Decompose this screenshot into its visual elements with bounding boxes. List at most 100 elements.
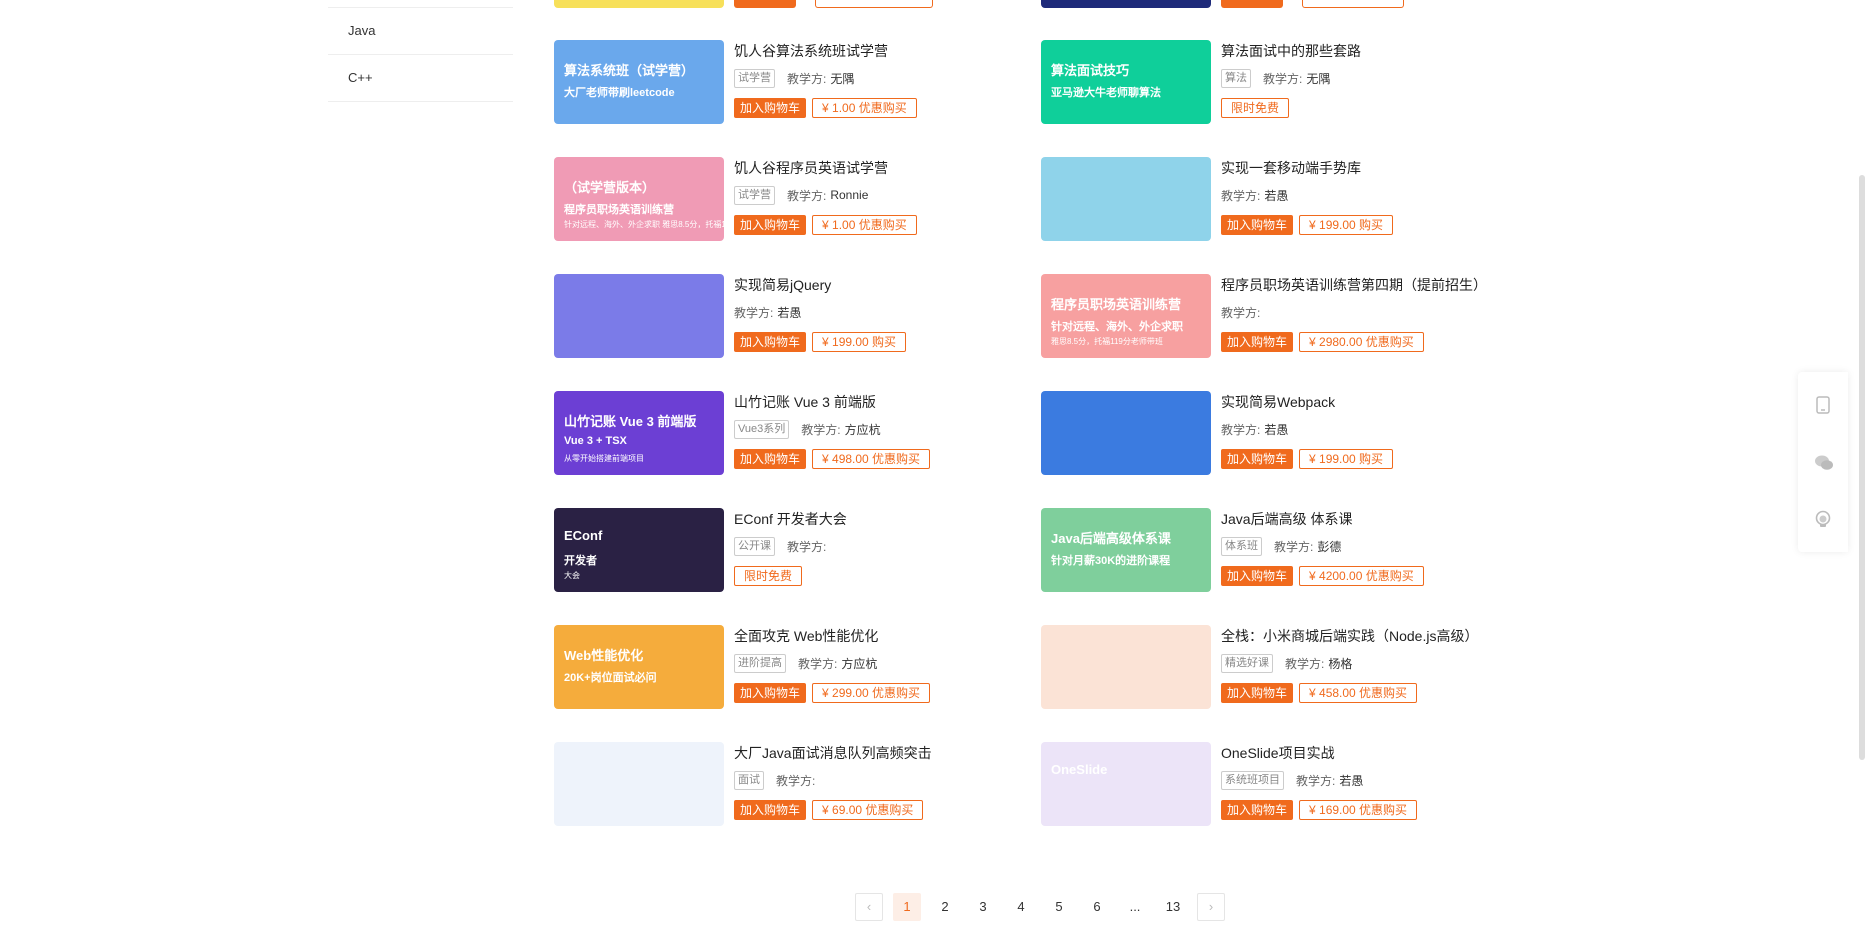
course-info: 程序员职场英语训练营第四期（提前招生） 教学方: 加入购物车 ¥ 2980.00 优惠… (1221, 274, 1511, 353)
course-thumbnail[interactable] (554, 274, 724, 358)
course-card[interactable]: 大厂Java面试消息队列高频突击 面试 教学方: 加入购物车 ¥ 69.00 优惠购买 (554, 742, 1024, 828)
course-actions: 加入购物车 ¥ 199.00 购买 (1221, 448, 1511, 470)
add-to-cart-button[interactable]: 加入购物车 (734, 215, 807, 235)
course-title[interactable]: OneSlide项目实战 (1221, 743, 1511, 763)
course-card[interactable]: Web性能优化 20K+岗位面试必问 全面攻克 Web性能优化 进阶提高 教学方: 方应杭… (554, 625, 1024, 711)
next-page-button[interactable]: › (1197, 893, 1225, 921)
course-card[interactable]: 实现简易jQuery 教学方: 若愚 加入购物车 ¥ 199.00 购买 (554, 274, 1024, 360)
buy-button[interactable]: ¥ 199.00 购买 (1299, 215, 1394, 235)
page-button-4[interactable]: 4 (1007, 893, 1035, 921)
teacher-label: 教学方: (1221, 305, 1261, 320)
teacher-name: 若愚 (1339, 773, 1364, 788)
add-to-cart-button[interactable]: 加入购物车 (734, 98, 807, 118)
course-title[interactable]: Java后端高级 体系课 (1221, 509, 1511, 529)
course-thumbnail[interactable]: 算法面试技巧 亚马逊大牛老师聊算法 (1041, 40, 1211, 124)
buy-button[interactable]: ¥ 4200.00 优惠购买 (1299, 566, 1424, 586)
course-tag: 体系班 (1221, 536, 1262, 556)
course-thumbnail[interactable]: Web性能优化 20K+岗位面试必问 (554, 625, 724, 709)
prev-page-button[interactable]: ‹ (855, 893, 883, 921)
course-info: 全栈：小米商城后端实践（Node.js高级） 精选好课 教学方: 杨格 加入购物车 ¥ 4… (1221, 625, 1511, 704)
course-title[interactable]: 饥人谷程序员英语试学营 (734, 158, 1024, 178)
scrollbar[interactable] (1859, 175, 1865, 760)
teacher-label: 教学方: (787, 188, 827, 203)
course-thumbnail[interactable]: Java后端高级体系课 针对月薪30K的进阶课程 (1041, 508, 1211, 592)
thumbnail-text: 针对月薪30K的进阶课程 (1051, 555, 1171, 567)
course-actions: 限时免费 (734, 565, 1024, 587)
course-card[interactable]: OneSlide OneSlide项目实战 系统班项目 教学方: 若愚 加入购物车 ¥ 16… (1041, 742, 1511, 828)
course-thumbnail[interactable] (554, 742, 724, 826)
course-title[interactable]: 程序员职场英语训练营第四期（提前招生） (1221, 275, 1511, 295)
page-button-2[interactable]: 2 (931, 893, 959, 921)
course-card[interactable]: Java后端高级体系课 针对月薪30K的进阶课程 Java后端高级 体系课 体系班 教学… (1041, 508, 1511, 594)
add-to-cart-button[interactable]: 加入购物车 (1221, 332, 1294, 352)
buy-button[interactable]: ¥ 199.00 购买 (1299, 449, 1394, 469)
course-title[interactable]: 全栈：小米商城后端实践（Node.js高级） (1221, 626, 1511, 646)
course-title[interactable]: 实现简易Webpack (1221, 392, 1511, 412)
sidebar-item-cpp[interactable]: C++ (328, 55, 513, 102)
course-info: 饥人谷程序员英语试学营 试学营 教学方: Ronnie 加入购物车 ¥ 1.00 优惠购买 (734, 157, 1024, 236)
sidebar-item-java[interactable]: Java (328, 7, 513, 55)
course-thumbnail[interactable] (1041, 391, 1211, 475)
course-thumbnail[interactable] (1041, 157, 1211, 241)
course-title[interactable]: 实现简易jQuery (734, 275, 1024, 295)
buy-button[interactable]: ¥ 498.00 优惠购买 (812, 449, 931, 469)
course-card[interactable]: 实现简易Webpack 教学方: 若愚 加入购物车 ¥ 199.00 购买 (1041, 391, 1511, 477)
course-card[interactable]: 算法面试技巧 亚马逊大牛老师聊算法 算法面试中的那些套路 算法 教学方: 无隅 限时免费 (1041, 40, 1511, 126)
course-thumbnail[interactable]: 山竹记账 Vue 3 前端版 Vue 3 + TSX 从零开始搭建前端项目 (554, 391, 724, 475)
course-thumbnail[interactable]: （试学营版本） 程序员职场英语训练营 针对远程、海外、外企求职 雅思8.5分，托福1… (554, 157, 724, 241)
phone-icon[interactable] (1814, 396, 1832, 414)
service-icon[interactable] (1814, 510, 1832, 528)
add-to-cart-button[interactable]: 加入购物车 (1221, 215, 1294, 235)
course-card[interactable]: 程序员职场英语训练营 针对远程、海外、外企求职 雅思8.5分，托福119分老师带班程… (1041, 274, 1511, 360)
buy-button[interactable]: ¥ 199.00 购买 (812, 332, 907, 352)
course-title[interactable]: 大厂Java面试消息队列高频突击 (734, 743, 1024, 763)
page-button-5[interactable]: 5 (1045, 893, 1073, 921)
course-thumbnail[interactable]: OneSlide (1041, 742, 1211, 826)
add-to-cart-button[interactable]: 加入购物车 (1221, 449, 1294, 469)
course-thumbnail[interactable]: EConf 开发者 大会 (554, 508, 724, 592)
course-card[interactable]: （试学营版本） 程序员职场英语训练营 针对远程、海外、外企求职 雅思8.5分，托福1… (554, 157, 1024, 243)
course-meta: Vue3系列 教学方: 方应杭 (734, 419, 1024, 439)
course-meta: 公开课 教学方: (734, 536, 1024, 556)
buy-button[interactable]: ¥ 1.00 优惠购买 (812, 215, 917, 235)
add-to-cart-button[interactable]: 加入购物车 (734, 332, 807, 352)
buy-button[interactable]: ¥ 169.00 优惠购买 (1299, 800, 1418, 820)
course-thumbnail[interactable]: 程序员职场英语训练营 针对远程、海外、外企求职 雅思8.5分，托福119分老师带班 (1041, 274, 1211, 358)
add-to-cart-button[interactable]: 加入购物车 (734, 449, 807, 469)
course-card[interactable]: 全栈：小米商城后端实践（Node.js高级） 精选好课 教学方: 杨格 加入购物车 ¥ 4… (1041, 625, 1511, 711)
course-card[interactable]: EConf 开发者 大会 EConf 开发者大会 公开课 教学方: 限时免费 (554, 508, 1024, 594)
wechat-icon[interactable] (1814, 454, 1833, 472)
course-card[interactable]: 实现一套移动端手势库 教学方: 若愚 加入购物车 ¥ 199.00 购买 (1041, 157, 1511, 243)
course-title[interactable]: EConf 开发者大会 (734, 509, 1024, 529)
page-button-6[interactable]: 6 (1083, 893, 1111, 921)
course-info: 实现简易Webpack 教学方: 若愚 加入购物车 ¥ 199.00 购买 (1221, 391, 1511, 470)
add-to-cart-button[interactable]: 加入购物车 (1221, 800, 1294, 820)
free-badge[interactable]: 限时免费 (734, 566, 803, 586)
buy-button[interactable]: ¥ 458.00 优惠购买 (1299, 683, 1418, 703)
add-to-cart-button[interactable]: 加入购物车 (1221, 683, 1294, 703)
add-to-cart-button[interactable]: 加入购物车 (1221, 566, 1294, 586)
course-title[interactable]: 饥人谷算法系统班试学营 (734, 41, 1024, 61)
course-card[interactable]: 山竹记账 Vue 3 前端版 Vue 3 + TSX 从零开始搭建前端项目 山竹记账 … (554, 391, 1024, 477)
course-info: EConf 开发者大会 公开课 教学方: 限时免费 (734, 508, 1024, 587)
buy-button[interactable]: ¥ 69.00 优惠购买 (812, 800, 924, 820)
thumbnail-text: 20K+岗位面试必问 (564, 672, 657, 684)
course-thumbnail[interactable]: 算法系统班（试学营） 大厂老师带刷leetcode (554, 40, 724, 124)
course-thumbnail[interactable] (1041, 625, 1211, 709)
buy-button[interactable]: ¥ 1.00 优惠购买 (812, 98, 917, 118)
add-to-cart-button[interactable]: 加入购物车 (734, 800, 807, 820)
add-to-cart-button[interactable]: 加入购物车 (734, 683, 807, 703)
page-button-13[interactable]: 13 (1159, 893, 1187, 921)
course-card[interactable]: 算法系统班（试学营） 大厂老师带刷leetcode 饥人谷算法系统班试学营 试学营 教学… (554, 40, 1024, 126)
page-button-1[interactable]: 1 (893, 893, 921, 921)
page-button-3[interactable]: 3 (969, 893, 997, 921)
course-title[interactable]: 算法面试中的那些套路 (1221, 41, 1511, 61)
course-title[interactable]: 实现一套移动端手势库 (1221, 158, 1511, 178)
course-actions: 加入购物车 ¥ 199.00 购买 (734, 331, 1024, 353)
teacher-label: 教学方: (776, 773, 816, 788)
course-title[interactable]: 全面攻克 Web性能优化 (734, 626, 1024, 646)
free-badge[interactable]: 限时免费 (1221, 98, 1290, 118)
buy-button[interactable]: ¥ 299.00 优惠购买 (812, 683, 931, 703)
course-title[interactable]: 山竹记账 Vue 3 前端版 (734, 392, 1024, 412)
buy-button[interactable]: ¥ 2980.00 优惠购买 (1299, 332, 1424, 352)
